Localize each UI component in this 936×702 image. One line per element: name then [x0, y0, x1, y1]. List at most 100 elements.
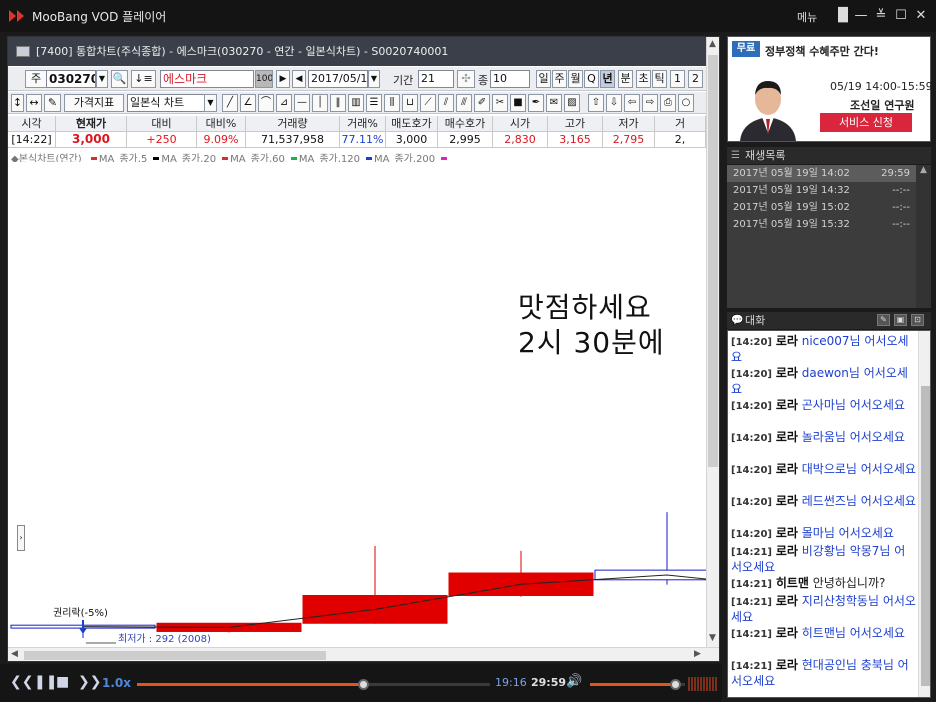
image-tool-icon[interactable]: ▨ — [564, 94, 580, 112]
expand-icon[interactable]: ⊡ — [911, 314, 924, 326]
vline-tool-icon[interactable]: │ — [312, 94, 328, 112]
seek-handle[interactable] — [357, 679, 369, 690]
chart-type-select[interactable]: 일본식 차트 — [127, 94, 205, 112]
hline-tool-icon[interactable]: — — [294, 94, 310, 112]
popout-icon[interactable]: ▣ — [894, 314, 907, 326]
parallel-tool-icon[interactable]: ⫻ — [456, 94, 472, 112]
chat-nickname[interactable]: 로라 — [776, 526, 798, 540]
chat-nickname[interactable]: 로라 — [776, 334, 798, 348]
ray-tool-icon[interactable]: ⟋ — [420, 94, 436, 112]
search-icon[interactable]: 🔍 — [111, 70, 128, 88]
vertical-scroll-thumb[interactable] — [708, 55, 718, 467]
stock-code-input[interactable]: 030270 — [46, 70, 96, 88]
market-select[interactable]: 주 — [25, 70, 47, 88]
up-arrow-tool-icon[interactable]: ⇧ — [588, 94, 604, 112]
chat-nickname[interactable]: 로라 — [776, 494, 798, 508]
stop-icon[interactable]: ■ — [56, 674, 69, 690]
date-input[interactable]: 2017/05/19 — [308, 70, 368, 88]
eraser-tool-icon[interactable]: ✂ — [492, 94, 508, 112]
left-arrow-tool-icon[interactable]: ⇦ — [624, 94, 640, 112]
note-tool-icon[interactable]: ⎙ — [660, 94, 676, 112]
arc-tool-icon[interactable]: ⌒ — [258, 94, 274, 112]
text-tool-icon[interactable]: ✉ — [546, 94, 562, 112]
playlist-item[interactable]: 2017년 05월 19일 15:02 --:-- — [727, 199, 916, 216]
seek-bar[interactable] — [137, 679, 490, 690]
panel-expand-handle[interactable]: › — [17, 525, 25, 551]
promo-banner[interactable]: 무료 정부정책 수혜주만 간다! 05/19 14:00-15:59 조선일 연… — [727, 36, 933, 142]
price-indicator-button[interactable]: 가격지표 — [64, 94, 124, 112]
chart-horizontal-scrollbar[interactable]: ◀ ▶ — [8, 647, 719, 661]
minimize-icon[interactable]: — — [853, 8, 869, 24]
cycle-tool-icon[interactable]: ⊔ — [402, 94, 418, 112]
horizontal-arrow-icon[interactable]: ↔ — [26, 94, 42, 112]
interval-button[interactable]: 주 — [552, 70, 567, 88]
gann-tool-icon[interactable]: ⫼ — [384, 94, 400, 112]
period-input[interactable]: 21 — [418, 70, 454, 88]
chart-type-dropdown-icon[interactable]: ▼ — [204, 94, 217, 112]
code-dropdown-icon[interactable]: ▼ — [96, 70, 108, 88]
scroll-left-icon[interactable]: ◀ — [11, 649, 18, 659]
prev-icon[interactable]: ◀ — [292, 70, 306, 88]
volume-icon[interactable]: 🔊 — [566, 674, 582, 689]
scroll-up-icon[interactable]: ▲ — [709, 39, 716, 49]
pin-icon[interactable]: ✎ — [877, 314, 890, 326]
fib-tool-icon[interactable]: ☰ — [366, 94, 382, 112]
interval-button[interactable]: 분 — [618, 70, 633, 88]
playlist-item[interactable]: 2017년 05월 19일 15:32 --:-- — [727, 216, 916, 233]
chat-scroll-thumb[interactable] — [921, 386, 930, 686]
playlist-scrollbar[interactable]: ▲ — [916, 165, 931, 308]
chat-nickname[interactable]: 로라 — [776, 544, 798, 558]
chat-nickname[interactable]: 로라 — [776, 430, 798, 444]
fast-forward-icon[interactable]: ❯❯ — [78, 674, 101, 690]
chart-vertical-scrollbar[interactable]: ▲ ▼ — [706, 37, 719, 647]
interval-button[interactable]: 일 — [536, 70, 551, 88]
next-icon[interactable]: ▶ — [276, 70, 290, 88]
interval-button[interactable]: 2 — [688, 70, 703, 88]
chat-nickname[interactable]: 히트맨 — [776, 576, 809, 590]
count-input[interactable]: 10 — [490, 70, 530, 88]
volume-handle[interactable] — [669, 679, 681, 690]
collapse-icon[interactable]: ≚ — [873, 8, 889, 24]
menu-button[interactable]: 메뉴 — [797, 9, 817, 25]
down-arrow-tool-icon[interactable]: ⇩ — [606, 94, 622, 112]
chat-nickname[interactable]: 로라 — [776, 462, 798, 476]
vertical-arrow-icon[interactable]: ↕ — [11, 94, 24, 112]
interval-button[interactable]: 년 — [600, 70, 615, 88]
date-dropdown-icon[interactable]: ▼ — [368, 70, 380, 88]
interval-button[interactable]: Q — [584, 70, 599, 88]
style-tool-icon[interactable]: ✒ — [528, 94, 544, 112]
chat-nickname[interactable]: 로라 — [776, 626, 798, 640]
scroll-right-icon[interactable]: ▶ — [694, 649, 701, 659]
interval-button[interactable]: 월 — [568, 70, 583, 88]
grid-tool-icon[interactable]: ▥ — [348, 94, 364, 112]
pen-tool-icon[interactable]: ✐ — [474, 94, 490, 112]
color-tool-icon[interactable]: ■ — [510, 94, 526, 112]
horizontal-scroll-thumb[interactable] — [24, 651, 326, 660]
angle-tool-icon[interactable]: ∠ — [240, 94, 256, 112]
line-tool-icon[interactable]: ╱ — [222, 94, 238, 112]
interval-button[interactable]: 틱 — [652, 70, 667, 88]
sort-icon[interactable]: ↓≡ — [131, 70, 156, 88]
layout-icon[interactable]: ▐▌ — [833, 8, 853, 24]
channel-tool-icon[interactable]: ⫽ — [438, 94, 454, 112]
chat-nickname[interactable]: 로라 — [776, 594, 798, 608]
interval-button[interactable]: 초 — [636, 70, 651, 88]
scroll-up-icon[interactable]: ▲ — [920, 165, 927, 175]
chat-nickname[interactable]: 로라 — [776, 658, 798, 672]
chat-scrollbar[interactable] — [918, 331, 930, 697]
apply-service-button[interactable]: 서비스 신청 — [820, 113, 912, 132]
interval-button[interactable]: 1 — [670, 70, 685, 88]
scroll-down-icon[interactable]: ▼ — [709, 633, 716, 643]
right-arrow-tool-icon[interactable]: ⇨ — [642, 94, 658, 112]
playlist-item[interactable]: 2017년 05월 19일 14:02 29:59 — [727, 165, 916, 182]
chat-nickname[interactable]: 로라 — [776, 398, 798, 412]
maximize-icon[interactable]: ☐ — [893, 8, 909, 24]
volume-slider[interactable] — [590, 679, 685, 690]
chat-nickname[interactable]: 로라 — [776, 366, 798, 380]
pause-icon[interactable]: ❚❚ — [34, 674, 57, 690]
close-icon[interactable]: ✕ — [913, 8, 929, 24]
fan-tool-icon[interactable]: ⊿ — [276, 94, 292, 112]
period-tool-icon[interactable]: ‖ — [330, 94, 346, 112]
edit-icon[interactable]: ✎ — [44, 94, 61, 112]
playback-speed[interactable]: 1.0x — [102, 676, 131, 690]
